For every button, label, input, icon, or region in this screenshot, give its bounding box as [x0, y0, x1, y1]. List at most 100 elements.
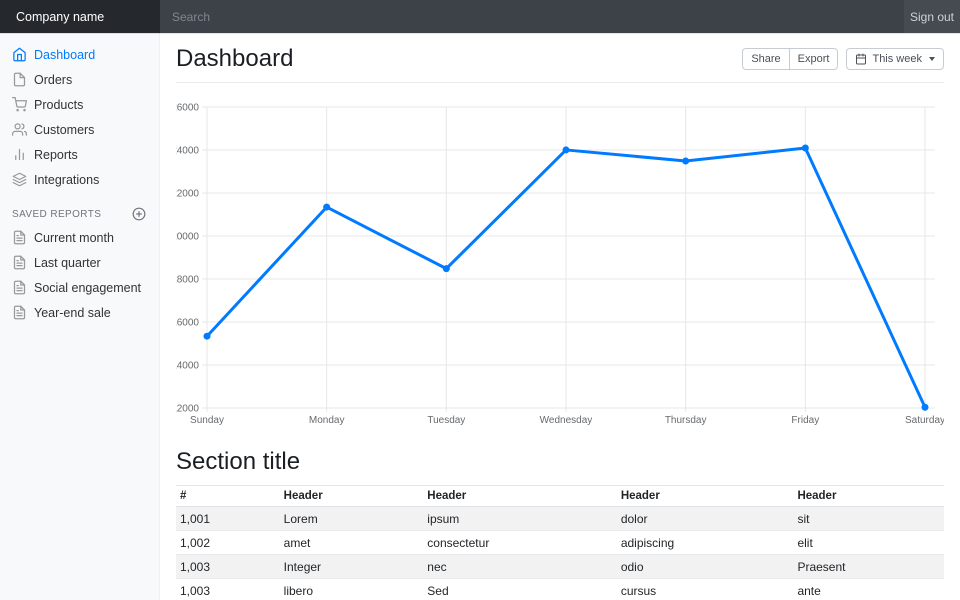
caret-down-icon — [929, 57, 935, 61]
sidebar-item-label: Customers — [34, 123, 94, 137]
table-header-row: #HeaderHeaderHeaderHeader — [176, 486, 944, 507]
export-button[interactable]: Export — [790, 48, 839, 70]
sidebar-item-integrations[interactable]: Integrations — [0, 167, 159, 192]
column-header: Header — [280, 486, 424, 507]
sidebar-item-dashboard[interactable]: Dashboard — [0, 42, 159, 67]
page-title: Dashboard — [176, 45, 293, 73]
sidebar-item-label: Social engagement — [34, 281, 141, 295]
table-cell: nec — [423, 555, 617, 579]
table-cell: amet — [280, 531, 424, 555]
svg-text:16000: 16000 — [176, 318, 199, 329]
sidebar-item-current-month[interactable]: Current month — [0, 225, 159, 250]
top-navbar: Company name Sign out — [0, 0, 960, 33]
svg-text:26000: 26000 — [176, 103, 199, 114]
shopping-cart-icon — [12, 97, 27, 112]
share-button[interactable]: Share — [742, 48, 789, 70]
sidebar-item-label: Current month — [34, 231, 114, 245]
sidebar-item-reports[interactable]: Reports — [0, 142, 159, 167]
table-cell: Lorem — [280, 507, 424, 531]
sidebar-item-last-quarter[interactable]: Last quarter — [0, 250, 159, 275]
table-cell: sit — [793, 507, 944, 531]
data-table: #HeaderHeaderHeaderHeader 1,001Loremipsu… — [176, 485, 944, 600]
svg-text:Wednesday: Wednesday — [540, 415, 593, 426]
table-cell: adipiscing — [617, 531, 794, 555]
table-cell: 1,001 — [176, 507, 280, 531]
calendar-icon — [855, 53, 867, 65]
table-cell: libero — [280, 579, 424, 600]
svg-text:22000: 22000 — [176, 189, 199, 200]
header-toolbar: Share Export This week — [742, 48, 944, 70]
file-text-icon — [12, 255, 27, 270]
saved-reports-label: SAVED REPORTS — [12, 209, 101, 220]
sidebar-item-year-end-sale[interactable]: Year-end sale — [0, 300, 159, 325]
table-row: 1,002ametconsecteturadipiscingelit — [176, 531, 944, 555]
sidebar-item-label: Orders — [34, 73, 72, 87]
svg-text:12000: 12000 — [176, 404, 199, 415]
table-cell: consectetur — [423, 531, 617, 555]
period-label: This week — [872, 52, 922, 66]
column-header: Header — [793, 486, 944, 507]
table-cell: 1,002 — [176, 531, 280, 555]
brand[interactable]: Company name — [0, 0, 160, 33]
table-cell: dolor — [617, 507, 794, 531]
svg-text:Friday: Friday — [791, 415, 819, 426]
sidebar-item-customers[interactable]: Customers — [0, 117, 159, 142]
table-cell: odio — [617, 555, 794, 579]
table-cell: Praesent — [793, 555, 944, 579]
plus-circle-icon[interactable] — [132, 207, 146, 221]
search-input[interactable] — [160, 0, 904, 33]
main-content: Dashboard Share Export This week 26000 24… — [160, 33, 960, 600]
table-row: 1,003liberoSedcursusante — [176, 579, 944, 600]
file-icon — [12, 72, 27, 87]
chart-container: 26000 24000 22000 20000 18000 16000 14000 12000… — [176, 99, 944, 433]
svg-text:Sunday: Sunday — [190, 415, 224, 426]
svg-text:Thursday: Thursday — [665, 415, 707, 426]
sidebar-item-label: Integrations — [34, 173, 99, 187]
sidebar-item-label: Reports — [34, 148, 78, 162]
table-cell: Sed — [423, 579, 617, 600]
table-cell: cursus — [617, 579, 794, 600]
share-export-group: Share Export — [742, 48, 838, 70]
sidebar-item-products[interactable]: Products — [0, 92, 159, 117]
file-text-icon — [12, 230, 27, 245]
table-cell: ante — [793, 579, 944, 600]
svg-text:18000: 18000 — [176, 275, 199, 286]
bar-chart-icon — [12, 147, 27, 162]
sidebar-item-label: Dashboard — [34, 48, 95, 62]
svg-text:Tuesday: Tuesday — [427, 415, 465, 426]
table-cell: 1,003 — [176, 579, 280, 600]
saved-reports-list: Current month Last quarter Social engageme… — [0, 225, 159, 325]
svg-text:Saturday: Saturday — [905, 415, 944, 426]
sign-out-link[interactable]: Sign out — [904, 0, 960, 33]
file-text-icon — [12, 305, 27, 320]
column-header: Header — [617, 486, 794, 507]
saved-reports-heading: SAVED REPORTS — [0, 203, 159, 225]
file-text-icon — [12, 280, 27, 295]
table-cell: elit — [793, 531, 944, 555]
users-icon — [12, 122, 27, 137]
sidebar-item-social-engagement[interactable]: Social engagement — [0, 275, 159, 300]
sidebar-item-orders[interactable]: Orders — [0, 67, 159, 92]
sidebar-item-label: Year-end sale — [34, 306, 111, 320]
period-dropdown-button[interactable]: This week — [846, 48, 944, 70]
svg-text:20000: 20000 — [176, 232, 199, 243]
table-cell: ipsum — [423, 507, 617, 531]
home-icon — [12, 47, 27, 62]
table-cell: 1,003 — [176, 555, 280, 579]
table-row: 1,001Loremipsumdolorsit — [176, 507, 944, 531]
sidebar-nav: Dashboard Orders Products Customers Reports I… — [0, 42, 159, 192]
layers-icon — [12, 172, 27, 187]
column-header: Header — [423, 486, 617, 507]
svg-text:24000: 24000 — [176, 146, 199, 157]
table-row: 1,003IntegernecodioPraesent — [176, 555, 944, 579]
page-header: Dashboard Share Export This week — [176, 33, 944, 83]
table-cell: Integer — [280, 555, 424, 579]
svg-text:14000: 14000 — [176, 361, 199, 372]
column-header: # — [176, 486, 280, 507]
svg-text:Monday: Monday — [309, 415, 345, 426]
sidebar-item-label: Last quarter — [34, 256, 101, 270]
section-title: Section title — [176, 448, 944, 476]
sidebar: Dashboard Orders Products Customers Reports I… — [0, 33, 160, 600]
weekly-sales-line-chart: 26000 24000 22000 20000 18000 16000 14000 12000… — [176, 99, 944, 433]
sidebar-item-label: Products — [34, 98, 83, 112]
